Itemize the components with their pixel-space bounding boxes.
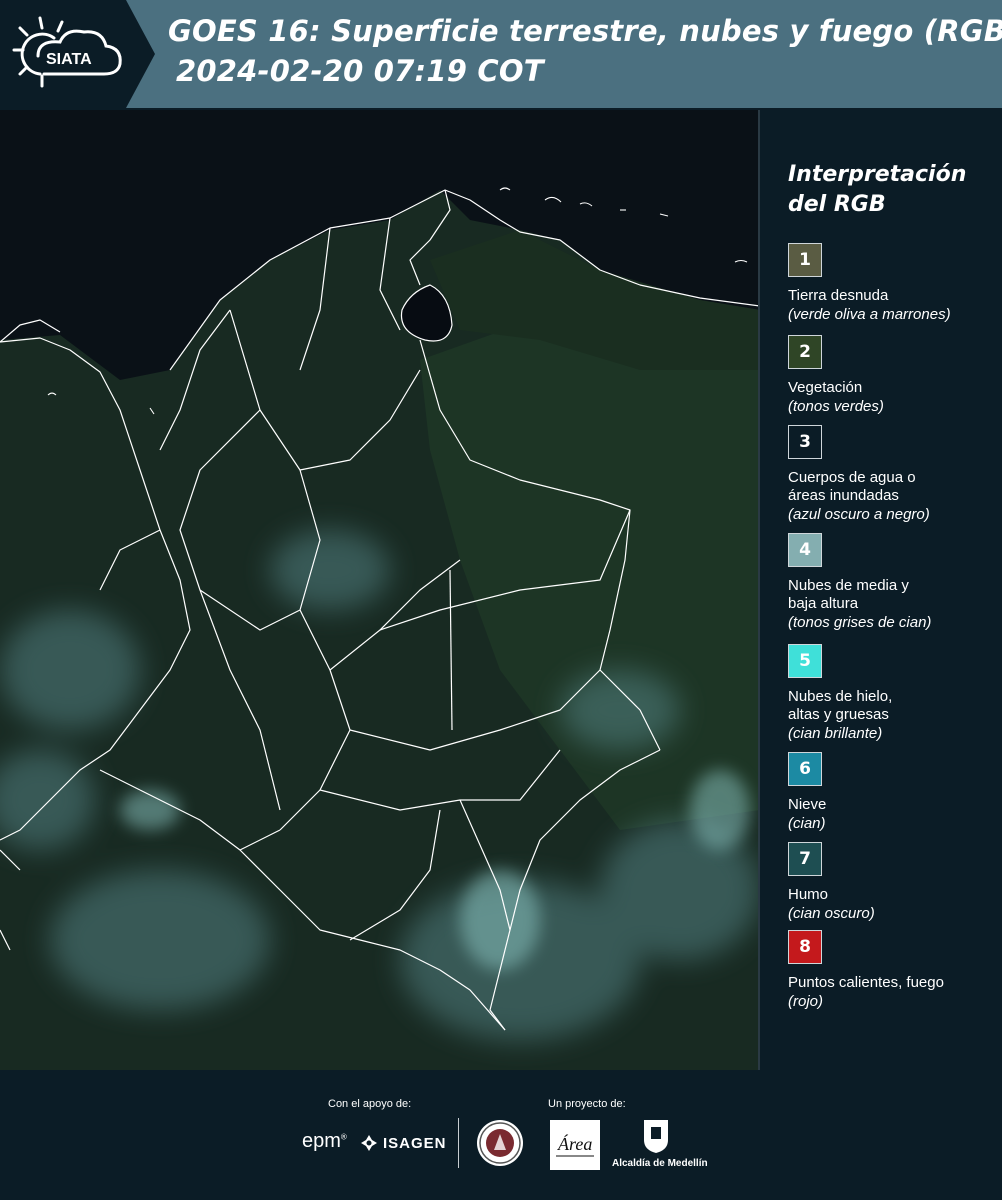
legend-label: Cuerpos de agua o áreas inundadas (788, 469, 916, 504)
legend-item-bare-land: 1 Tierra desnuda (verde oliva a marrones… (788, 243, 1000, 324)
legend-panel: Interpretación del RGB 1 Tierra desnuda … (762, 110, 1002, 1070)
satellite-map[interactable] (0, 110, 760, 1070)
isagen-icon (361, 1135, 377, 1151)
alcaldia-text: Alcaldía de Medellín (612, 1158, 708, 1169)
project-label: Un proyecto de: (548, 1098, 626, 1110)
legend-item-snow: 6 Nieve (cian) (788, 752, 1000, 833)
legend-label: Puntos calientes, fuego (788, 974, 944, 991)
legend-swatch: 2 (788, 335, 822, 369)
legend-item-vegetation: 2 Vegetación (tonos verdes) (788, 335, 1000, 416)
legend-item-smoke: 7 Humo (cian oscuro) (788, 842, 1000, 923)
university-seal-logo (477, 1120, 523, 1166)
area-text: Área (557, 1133, 592, 1154)
legend-description: (verde oliva a marrones) (788, 306, 951, 323)
legend-description: (cian oscuro) (788, 905, 875, 922)
legend-item-ice-clouds: 5 Nubes de hielo, altas y gruesas (cian … (788, 644, 1000, 743)
legend-label: Nieve (788, 796, 827, 813)
legend-label: Humo (788, 886, 829, 903)
legend-swatch: 3 (788, 425, 822, 459)
legend-label: Nubes de hielo, altas y gruesas (788, 688, 893, 723)
area-icon: Área (556, 1133, 594, 1157)
map-canvas (0, 110, 758, 1070)
alcaldia-shield-icon (644, 1120, 668, 1153)
legend-label: Tierra desnuda (788, 287, 889, 304)
support-label: Con el apoyo de: (328, 1098, 412, 1110)
legend-description: (rojo) (788, 993, 824, 1010)
isagen-text: ISAGEN (383, 1134, 447, 1152)
logo-text: SIATA (46, 51, 92, 68)
page-title: GOES 16: Superficie terrestre, nubes y f… (168, 14, 1002, 48)
legend-label: Vegetación (788, 379, 863, 396)
area-metropolitana-logo: Área (550, 1120, 600, 1170)
siata-sun-cloud-icon: SIATA (12, 16, 122, 88)
legend-description: (azul oscuro a negro) (788, 506, 930, 523)
legend-description: (tonos grises de cian) (788, 614, 932, 631)
legend-item-mid-low-clouds: 4 Nubes de media y baja altura (tonos gr… (788, 533, 1000, 632)
header-bar: SIATA GOES 16: Superficie terrestre, nub… (0, 0, 1002, 108)
footer: Con el apoyo de: Un proyecto de: epm® IS… (0, 1070, 1002, 1200)
timestamp: 2024-02-20 07:19 COT (176, 54, 544, 88)
isagen-logo: ISAGEN (360, 1134, 447, 1152)
siata-logo: SIATA (0, 0, 155, 108)
legend-description: (cian brillante) (788, 725, 883, 742)
legend-swatch: 4 (788, 533, 822, 567)
legend-title: Interpretación del RGB (788, 162, 967, 217)
legend-swatch: 5 (788, 644, 822, 678)
legend-description: (cian) (788, 815, 826, 832)
legend-description: (tonos verdes) (788, 398, 884, 415)
seal-icon (479, 1122, 521, 1164)
legend-swatch: 1 (788, 243, 822, 277)
epm-text: epm (302, 1130, 341, 1152)
epm-logo: epm® (302, 1130, 347, 1152)
legend-label: Nubes de media y baja altura (788, 577, 909, 612)
legend-item-fire: 8 Puntos calientes, fuego (rojo) (788, 930, 1000, 1011)
legend-item-water: 3 Cuerpos de agua o áreas inundadas (azu… (788, 425, 1000, 524)
legend-swatch: 6 (788, 752, 822, 786)
legend-swatch: 8 (788, 930, 822, 964)
legend-swatch: 7 (788, 842, 822, 876)
footer-divider (458, 1118, 459, 1168)
